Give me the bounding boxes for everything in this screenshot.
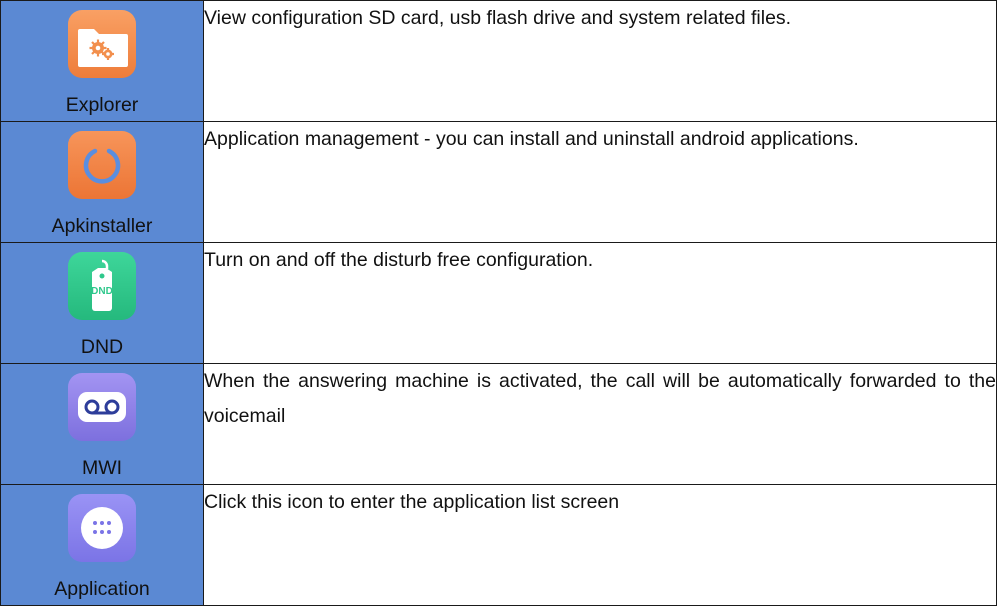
description-explorer: View configuration SD card, usb flash dr… [203, 0, 997, 122]
refresh-ring-icon [83, 148, 121, 184]
dnd-tag-icon: DND [91, 259, 113, 311]
icon-cell-application: Application [0, 484, 204, 606]
icon-cell-apkinstaller: Apkinstaller [0, 121, 204, 243]
description-application: Click this icon to enter the application… [203, 484, 997, 606]
description-apkinstaller: Application management - you can install… [203, 121, 997, 243]
description-dnd: Turn on and off the disturb free configu… [203, 242, 997, 364]
table-row-mwi: MWI When the answering machine is activa… [0, 363, 997, 485]
explorer-folder-icon[interactable] [68, 10, 136, 78]
voicemail-icon [78, 392, 126, 422]
table-row-application: Application Click this icon to enter the… [0, 484, 997, 606]
application-icon-table: Explorer View configuration SD card, usb… [0, 0, 997, 606]
app-label-mwi: MWI [81, 457, 123, 479]
app-label-application: Application [54, 578, 150, 600]
app-label-apkinstaller: Apkinstaller [51, 215, 153, 237]
dnd-icon[interactable]: DND [68, 252, 136, 320]
app-grid-icon [81, 507, 123, 549]
app-label-explorer: Explorer [65, 94, 139, 116]
description-mwi: When the answering machine is activated,… [203, 363, 997, 485]
dnd-icon-text: DND [91, 286, 113, 297]
icon-cell-mwi: MWI [0, 363, 204, 485]
apkinstaller-icon[interactable] [68, 131, 136, 199]
table-row-apkinstaller: Apkinstaller Application management - yo… [0, 121, 997, 243]
icon-cell-dnd: DND DND [0, 242, 204, 364]
folder-gears-icon [78, 29, 128, 67]
mwi-icon[interactable] [68, 373, 136, 441]
table-row-dnd: DND DND Turn on and off the disturb free… [0, 242, 997, 364]
app-label-dnd: DND [80, 336, 124, 358]
icon-cell-explorer: Explorer [0, 0, 204, 122]
table-row-explorer: Explorer View configuration SD card, usb… [0, 0, 997, 122]
application-icon[interactable] [68, 494, 136, 562]
